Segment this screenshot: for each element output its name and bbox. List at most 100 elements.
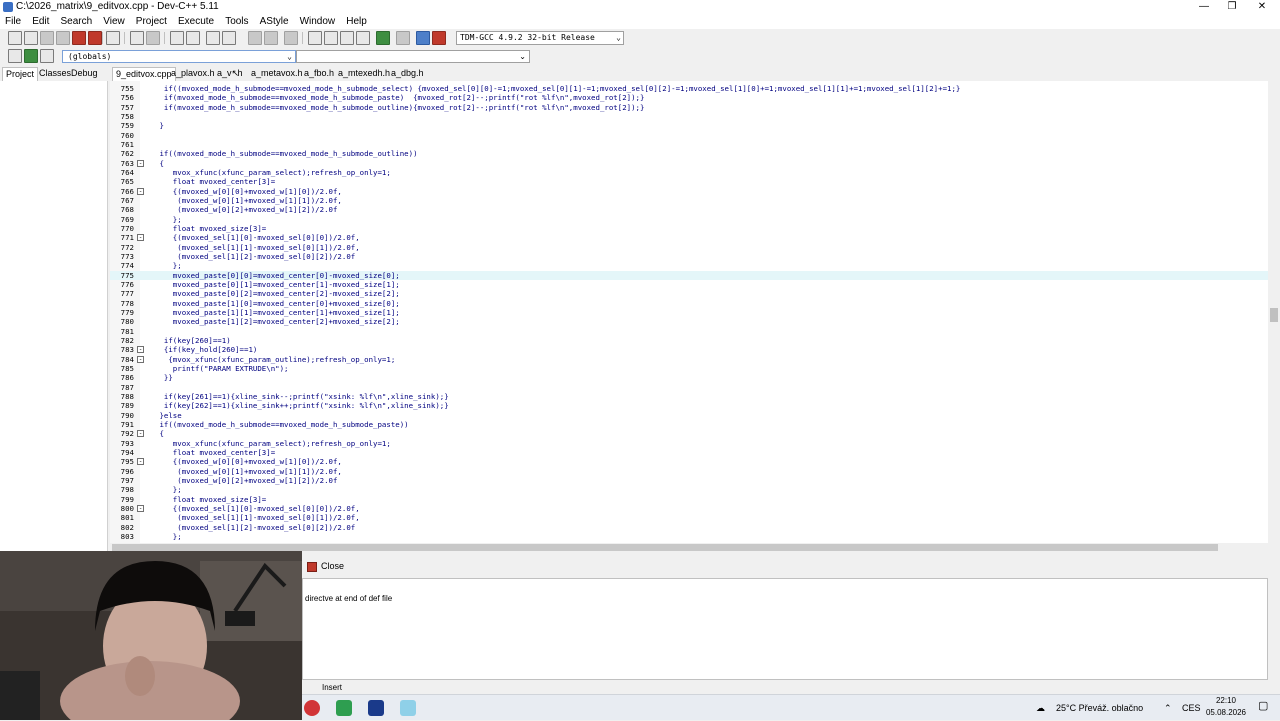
code-line[interactable]: 790 }else xyxy=(110,411,1268,420)
syntax-check-icon[interactable] xyxy=(376,31,390,45)
forward-icon[interactable] xyxy=(264,31,278,45)
code-line[interactable]: 784- {mvox_xfunc(xfunc_param_outline);re… xyxy=(110,355,1268,364)
code-line[interactable]: 801 (mvoxed_sel[1][1]-mvoxed_sel[0][1])/… xyxy=(110,513,1268,522)
code-line[interactable]: 778 mvoxed_paste[1][0]=mvoxed_center[0]+… xyxy=(110,299,1268,308)
code-line[interactable]: 779 mvoxed_paste[1][1]=mvoxed_center[1]+… xyxy=(110,308,1268,317)
replace-icon[interactable] xyxy=(186,31,200,45)
code-line[interactable]: 771- {(mvoxed_sel[1][0]-mvoxed_sel[0][0]… xyxy=(110,233,1268,242)
new-file-icon[interactable] xyxy=(8,31,22,45)
save-all-icon[interactable] xyxy=(56,31,70,45)
fold-toggle-icon[interactable]: - xyxy=(137,458,144,466)
maximize-icon[interactable]: ❐ xyxy=(1218,0,1246,15)
code-line[interactable]: 783- {if(key_hold[260]==1) xyxy=(110,345,1268,354)
minimize-icon[interactable]: — xyxy=(1190,0,1218,15)
code-line[interactable]: 767 (mvoxed_w[0][1]+mvoxed_w[1][1])/2.0f… xyxy=(110,196,1268,205)
app-icon[interactable] xyxy=(304,700,320,716)
code-line[interactable]: 776 mvoxed_paste[0][1]=mvoxed_center[1]-… xyxy=(110,280,1268,289)
close-panel-button[interactable]: Close xyxy=(307,559,344,573)
back-icon[interactable] xyxy=(248,31,262,45)
code-line[interactable]: 757 if(mvoxed_mode_h_submode==mvoxed_mod… xyxy=(110,103,1268,112)
menu-execute[interactable]: Execute xyxy=(175,15,217,29)
app-icon[interactable] xyxy=(336,700,352,716)
code-line[interactable]: 799 float mvoxed_size[3]= xyxy=(110,495,1268,504)
scrollbar-thumb[interactable] xyxy=(112,544,1218,551)
bookmark-icon[interactable] xyxy=(284,31,298,45)
code-line[interactable]: 802 (mvoxed_sel[1][2]-mvoxed_sel[0][2])/… xyxy=(110,523,1268,532)
close-icon[interactable]: ✕ xyxy=(1248,0,1276,15)
editor-vertical-scrollbar[interactable] xyxy=(1268,81,1280,543)
code-line[interactable]: 773 (mvoxed_sel[1][2]-mvoxed_sel[0][2])/… xyxy=(110,252,1268,261)
fold-toggle-icon[interactable]: - xyxy=(137,355,144,363)
fold-toggle-icon[interactable]: - xyxy=(137,234,144,242)
tab-a-fbo-h[interactable]: a_fbo.h xyxy=(301,67,337,81)
save-icon[interactable] xyxy=(40,31,54,45)
close-file-icon[interactable] xyxy=(72,31,86,45)
code-line[interactable]: 769 }; xyxy=(110,215,1268,224)
chart-icon[interactable] xyxy=(416,31,430,45)
compile-icon[interactable] xyxy=(308,31,322,45)
run-icon[interactable] xyxy=(324,31,338,45)
code-line[interactable]: 775 mvoxed_paste[0][0]=mvoxed_center[0]-… xyxy=(110,270,1268,280)
notification-icon[interactable]: ▢ xyxy=(1258,699,1268,712)
goto-icon[interactable] xyxy=(40,49,54,63)
code-line[interactable]: 798 }; xyxy=(110,485,1268,494)
class-select[interactable]: (globals) ⌄ xyxy=(62,50,296,63)
code-line[interactable]: 789 if(key[262]==1){xline_sink++;printf(… xyxy=(110,401,1268,410)
app-icon[interactable] xyxy=(400,700,416,716)
code-line[interactable]: 774 }; xyxy=(110,261,1268,270)
debug-icon[interactable] xyxy=(432,31,446,45)
menu-tools[interactable]: Tools xyxy=(222,15,251,29)
tab-debug[interactable]: Debug xyxy=(68,67,101,81)
code-line[interactable]: 770 float mvoxed_size[3]= xyxy=(110,224,1268,233)
compiler-select[interactable]: TDM-GCC 4.9.2 32-bit Release ⌄ xyxy=(456,31,624,45)
code-line[interactable]: 782 if(key[260]==1) xyxy=(110,336,1268,345)
indent-icon[interactable] xyxy=(222,31,236,45)
open-file-icon[interactable] xyxy=(24,31,38,45)
compile-run-icon[interactable] xyxy=(340,31,354,45)
code-line[interactable]: 765 float mvoxed_center[3]= xyxy=(110,177,1268,186)
tab-project[interactable]: Project xyxy=(2,67,39,81)
code-line[interactable]: 791 if((mvoxed_mode_h_submode==mvoxed_mo… xyxy=(110,420,1268,429)
code-line[interactable]: 762 if((mvoxed_mode_h_submode==mvoxed_mo… xyxy=(110,149,1268,158)
stop-icon[interactable] xyxy=(396,31,410,45)
tab-a-dbg-h[interactable]: a_dbg.h xyxy=(388,67,427,81)
code-line[interactable]: 793 mvox_xfunc(xfunc_param_select);refre… xyxy=(110,439,1268,448)
fold-toggle-icon[interactable]: - xyxy=(137,430,144,438)
insert-icon[interactable] xyxy=(8,49,22,63)
redo-icon[interactable] xyxy=(146,31,160,45)
menu-search[interactable]: Search xyxy=(57,15,95,29)
code-line[interactable]: 796 (mvoxed_w[0][1]+mvoxed_w[1][1])/2.0f… xyxy=(110,467,1268,476)
menu-file[interactable]: File xyxy=(2,15,24,29)
chevron-up-icon[interactable]: ⌃ xyxy=(1164,695,1172,721)
code-line[interactable]: 756 if(mvoxed_mode_h_submode==mvoxed_mod… xyxy=(110,93,1268,102)
menu-window[interactable]: Window xyxy=(297,15,339,29)
code-line[interactable]: 760 xyxy=(110,131,1268,140)
close-all-icon[interactable] xyxy=(88,31,102,45)
code-editor[interactable]: 755 if((mvoxed_mode_h_submode==mvoxed_mo… xyxy=(110,81,1268,543)
menu-view[interactable]: View xyxy=(100,15,128,29)
code-line[interactable]: 763- { xyxy=(110,159,1268,168)
code-line[interactable]: 781 xyxy=(110,327,1268,336)
tab-a-metavox-h[interactable]: a_metavox.h xyxy=(248,67,306,81)
code-line[interactable]: 758 xyxy=(110,112,1268,121)
code-line[interactable]: 794 float mvoxed_center[3]= xyxy=(110,448,1268,457)
tab-a-mtexedh-h[interactable]: a_mtexedh.h xyxy=(335,67,393,81)
fold-toggle-icon[interactable]: - xyxy=(137,504,144,512)
code-line[interactable]: 803 }; xyxy=(110,532,1268,541)
project-panel[interactable] xyxy=(0,81,108,551)
menu-astyle[interactable]: AStyle xyxy=(257,15,292,29)
fold-toggle-icon[interactable]: - xyxy=(137,159,144,167)
menu-edit[interactable]: Edit xyxy=(29,15,52,29)
goto-line-icon[interactable] xyxy=(206,31,220,45)
fold-toggle-icon[interactable]: - xyxy=(137,187,144,195)
code-line[interactable]: 764 mvox_xfunc(xfunc_param_select);refre… xyxy=(110,168,1268,177)
rebuild-icon[interactable] xyxy=(356,31,370,45)
code-line[interactable]: 800- {(mvoxed_sel[1][0]-mvoxed_sel[0][0]… xyxy=(110,504,1268,513)
function-select[interactable]: ⌄ xyxy=(296,50,530,63)
find-icon[interactable] xyxy=(170,31,184,45)
code-line[interactable]: 777 mvoxed_paste[0][2]=mvoxed_center[2]-… xyxy=(110,289,1268,298)
print-icon[interactable] xyxy=(106,31,120,45)
weather-text[interactable]: 25°C Převáž. oblačno xyxy=(1056,695,1143,721)
code-line[interactable]: 772 (mvoxed_sel[1][1]-mvoxed_sel[0][1])/… xyxy=(110,243,1268,252)
menu-help[interactable]: Help xyxy=(343,15,370,29)
